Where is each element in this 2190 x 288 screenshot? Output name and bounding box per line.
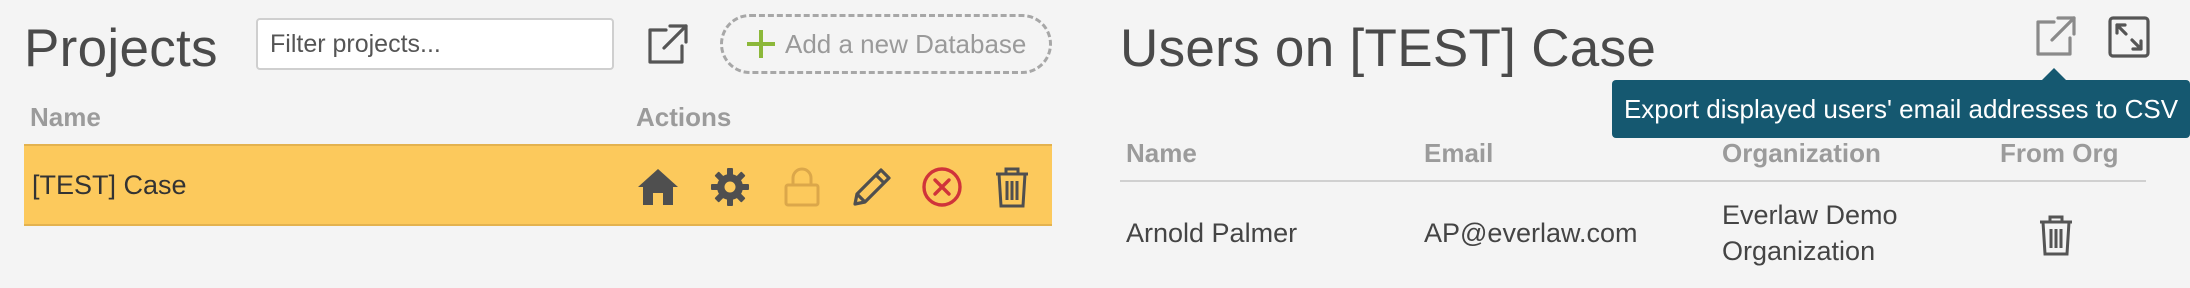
users-col-from-org: From Org bbox=[2000, 138, 2119, 168]
projects-col-actions: Actions bbox=[636, 102, 732, 132]
lock-icon bbox=[784, 167, 820, 207]
user-remove-from-org-button[interactable] bbox=[2034, 212, 2078, 258]
expand-icon bbox=[2108, 16, 2150, 58]
gear-icon bbox=[711, 168, 749, 206]
user-organization-line1: Everlaw Demo bbox=[1722, 200, 1898, 230]
users-title: Users on [TEST] Case bbox=[1120, 19, 1657, 78]
project-row[interactable]: [TEST] Case bbox=[24, 144, 1052, 226]
projects-col-name: Name bbox=[30, 102, 101, 132]
plus-icon bbox=[747, 30, 775, 58]
export-users-tooltip: Export displayed users' email addresses … bbox=[1612, 80, 2190, 138]
pencil-icon bbox=[853, 168, 891, 206]
expand-panel-button[interactable] bbox=[2104, 12, 2154, 62]
users-col-organization: Organization bbox=[1722, 138, 1881, 168]
projects-title: Projects bbox=[24, 19, 218, 78]
users-col-email: Email bbox=[1424, 138, 1494, 168]
project-delete-button[interactable] bbox=[990, 166, 1034, 208]
add-database-label: Add a new Database bbox=[785, 28, 1027, 59]
users-col-name: Name bbox=[1126, 138, 1197, 168]
trash-icon bbox=[2040, 215, 2072, 256]
project-name[interactable]: [TEST] Case bbox=[32, 146, 187, 224]
tooltip-arrow bbox=[2042, 68, 2066, 80]
users-header-divider bbox=[1120, 180, 2146, 182]
project-edit-button[interactable] bbox=[850, 166, 894, 208]
user-organization-line2: Organization bbox=[1722, 236, 1876, 266]
add-database-button[interactable]: Add a new Database bbox=[720, 14, 1052, 74]
filter-projects-input[interactable] bbox=[256, 18, 614, 70]
remove-circle-icon bbox=[922, 167, 962, 207]
project-lock-button[interactable] bbox=[780, 166, 824, 208]
user-email: AP@everlaw.com bbox=[1424, 218, 1638, 248]
project-settings-button[interactable] bbox=[708, 166, 752, 208]
export-users-button[interactable] bbox=[2030, 12, 2080, 62]
project-remove-button[interactable] bbox=[920, 166, 964, 208]
user-name: Arnold Palmer bbox=[1126, 218, 1298, 248]
home-icon bbox=[638, 169, 678, 205]
external-link-icon bbox=[648, 24, 688, 64]
export-projects-button[interactable] bbox=[642, 20, 692, 70]
trash-icon bbox=[996, 167, 1028, 208]
project-home-button[interactable] bbox=[636, 166, 680, 208]
external-link-icon bbox=[2036, 16, 2076, 56]
